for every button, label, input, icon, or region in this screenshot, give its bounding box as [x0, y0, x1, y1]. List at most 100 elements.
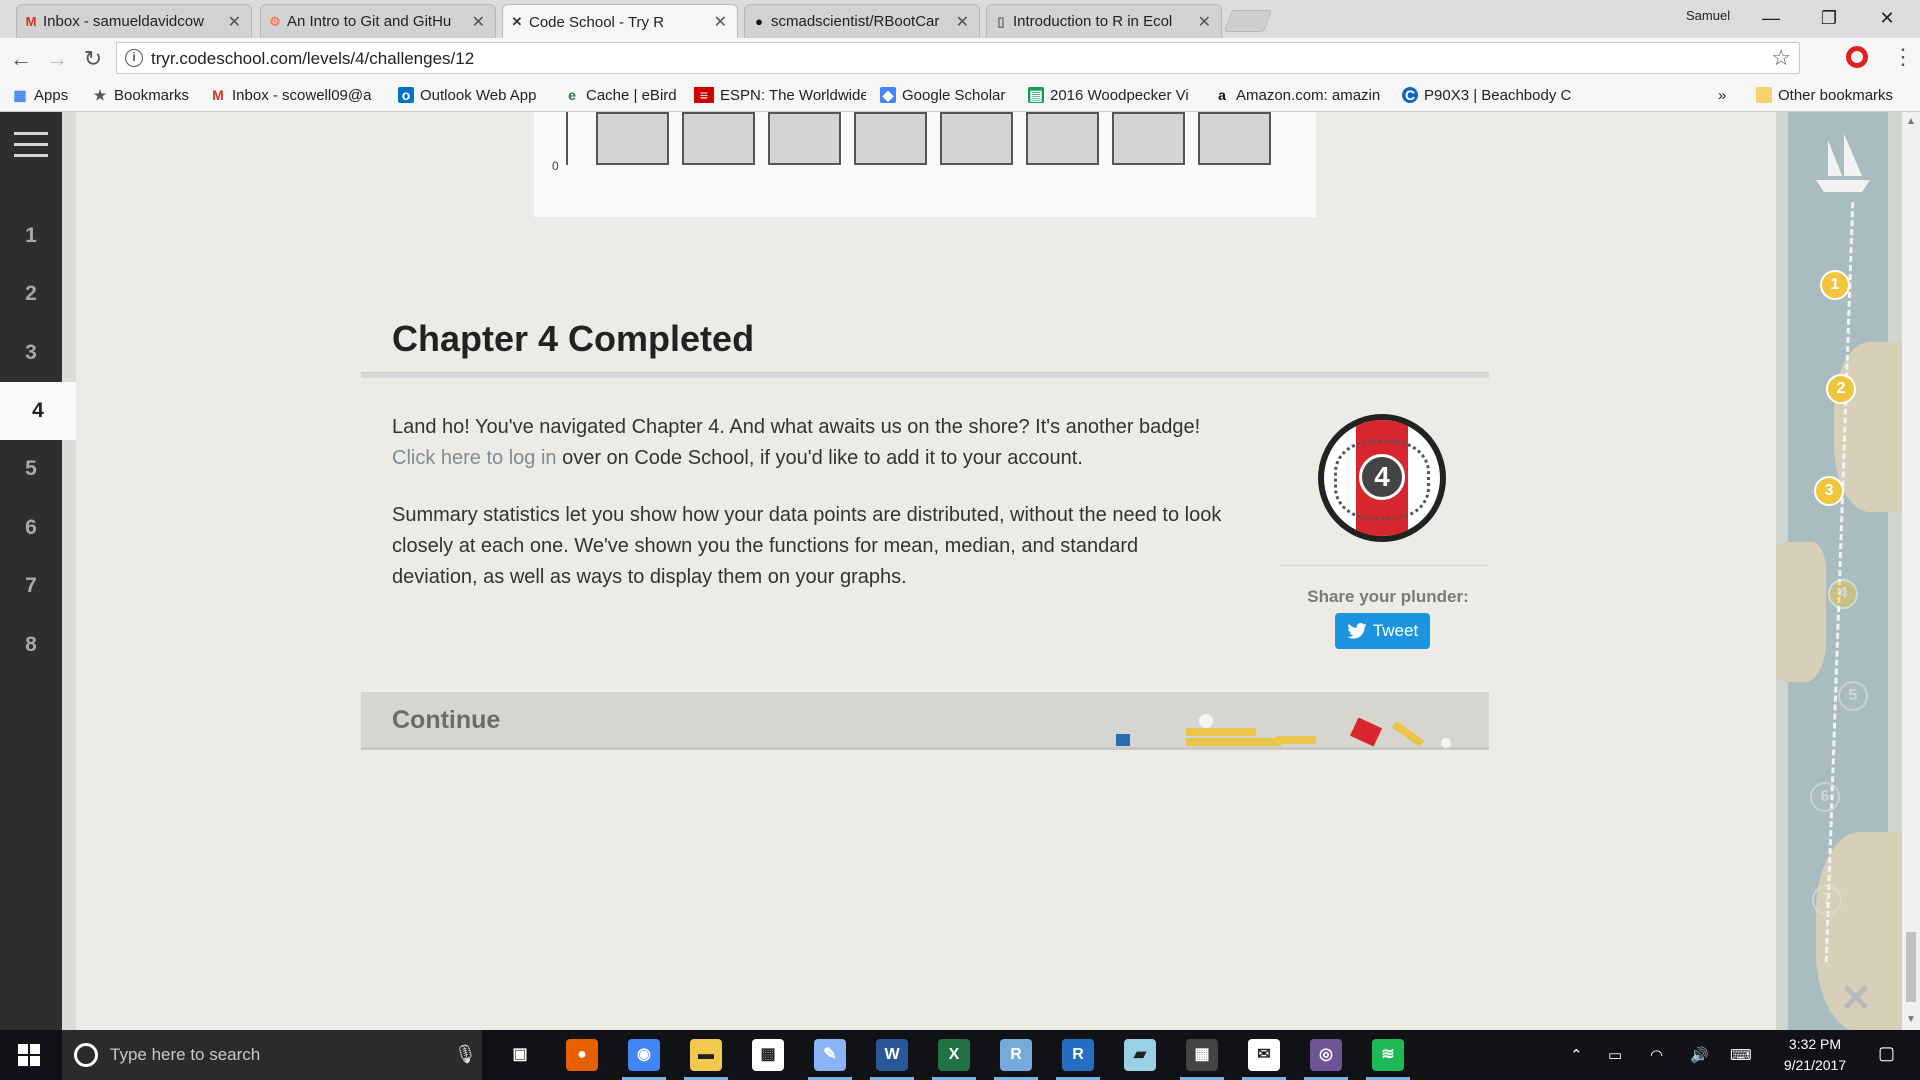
- opera-extension-icon[interactable]: [1846, 46, 1868, 68]
- beachbody-icon: C: [1402, 87, 1418, 103]
- bookmark-espn[interactable]: ≡ ESPN: The Worldwide: [694, 84, 866, 106]
- pearl-icon: [1441, 738, 1451, 748]
- windows-taskbar: Type here to search 🎙 ▣ ● ◉ ▬ ▦ ✎ W X R R ▰ ▦ ✉ ◎ ≋ ⌃ …: [0, 1030, 1920, 1080]
- chapter-link-3[interactable]: 3: [0, 324, 62, 382]
- page-scrollbar[interactable]: ▲ ▼: [1902, 112, 1920, 1030]
- wifi-icon[interactable]: ◠: [1650, 1046, 1663, 1064]
- other-bookmarks[interactable]: Other bookmarks: [1756, 84, 1920, 106]
- bookmark-star-icon[interactable]: ☆: [1771, 45, 1791, 71]
- tab-intro-r-ecology[interactable]: ▯ Introduction to R in Ecol ✕: [986, 4, 1222, 38]
- map-node-4[interactable]: 4: [1828, 579, 1858, 609]
- chapter-link-1[interactable]: 1: [0, 207, 62, 265]
- treasure-x-icon: ✕: [1840, 978, 1872, 1020]
- bookmark-outlook[interactable]: o Outlook Web App: [398, 84, 553, 106]
- system-clock[interactable]: 3:32 PM 9/21/2017: [1760, 1034, 1870, 1076]
- map-node-7[interactable]: 7: [1812, 885, 1842, 915]
- continue-button[interactable]: Continue: [361, 692, 1489, 750]
- bookmark-woodpecker[interactable]: ▤ 2016 Woodpecker Vi: [1028, 84, 1200, 106]
- completion-text: Land ho! You've navigated Chapter 4. And…: [392, 416, 1201, 438]
- calculator-icon[interactable]: ▦: [1180, 1039, 1224, 1080]
- summary-paragraph: Summary statistics let you show how your…: [392, 504, 1222, 588]
- spotify-icon[interactable]: ≋: [1366, 1039, 1410, 1080]
- store-icon[interactable]: ▦: [752, 1039, 784, 1071]
- tab-code-school[interactable]: ✕ Code School - Try R ✕: [502, 4, 738, 39]
- restore-icon[interactable]: ❐: [1806, 4, 1852, 32]
- back-icon[interactable]: ←: [8, 46, 34, 72]
- chapter-badge: 4: [1318, 414, 1446, 542]
- bookmark-p90x3[interactable]: C P90X3 | Beachbody C: [1402, 84, 1574, 106]
- notes-icon[interactable]: ▰: [1124, 1039, 1156, 1071]
- forward-icon[interactable]: →: [44, 46, 70, 72]
- tweet-button[interactable]: Tweet: [1335, 613, 1430, 649]
- chapter-link-7[interactable]: 7: [0, 557, 62, 615]
- bookmark-label: 2016 Woodpecker Vi: [1050, 86, 1189, 104]
- r-icon[interactable]: R: [1056, 1039, 1100, 1080]
- task-view-icon[interactable]: ▣: [504, 1039, 536, 1071]
- minimize-icon[interactable]: —: [1748, 4, 1794, 32]
- notifications-icon[interactable]: ▢: [1878, 1043, 1895, 1064]
- clock-time: 3:32 PM: [1788, 1036, 1842, 1052]
- menu-icon[interactable]: ⋮: [1892, 44, 1914, 70]
- bookmark-bookmarks[interactable]: ★ Bookmarks: [92, 84, 202, 106]
- close-tab-icon[interactable]: ✕: [1198, 12, 1211, 32]
- bookmark-google-scholar[interactable]: ◆ Google Scholar: [880, 84, 1016, 106]
- map-node-6[interactable]: 6: [1810, 782, 1840, 812]
- close-tab-icon[interactable]: ✕: [472, 12, 485, 32]
- close-tab-icon[interactable]: ✕: [228, 12, 241, 32]
- map-island: [1776, 542, 1826, 682]
- close-tab-icon[interactable]: ✕: [714, 12, 727, 32]
- close-window-icon[interactable]: ✕: [1864, 4, 1910, 32]
- tab-label: scmadscientist/RBootCar: [771, 13, 940, 30]
- chapter-link-6[interactable]: 6: [0, 499, 62, 557]
- paint-icon[interactable]: ✎: [808, 1039, 852, 1080]
- file-explorer-icon[interactable]: ▬: [684, 1039, 728, 1080]
- close-tab-icon[interactable]: ✕: [956, 12, 969, 32]
- scrollbar-thumb[interactable]: [1906, 932, 1916, 1002]
- rstudio-icon[interactable]: R: [994, 1039, 1038, 1080]
- new-tab-button[interactable]: [1223, 10, 1273, 32]
- taskbar-search[interactable]: Type here to search 🎙: [62, 1030, 482, 1080]
- chapter-link-5[interactable]: 5: [0, 440, 62, 498]
- bookmark-amazon[interactable]: a Amazon.com: amazin: [1214, 84, 1386, 106]
- page-title: Chapter 4 Completed: [392, 318, 755, 359]
- reload-icon[interactable]: ↻: [80, 46, 106, 72]
- browser-toolbar: ← → ↻ i tryr.codeschool.com/levels/4/cha…: [0, 38, 1920, 78]
- continue-label: Continue: [392, 706, 501, 734]
- tray-overflow-icon[interactable]: ⌃: [1570, 1046, 1583, 1064]
- keyboard-icon[interactable]: ⌨: [1730, 1046, 1752, 1064]
- tab-gmail[interactable]: M Inbox - samueldavidcow ✕: [16, 4, 252, 38]
- scroll-down-icon[interactable]: ▼: [1906, 1014, 1916, 1025]
- volume-icon[interactable]: 🔊: [1690, 1046, 1709, 1064]
- map-node-3[interactable]: 3: [1814, 476, 1844, 506]
- address-bar[interactable]: i tryr.codeschool.com/levels/4/challenge…: [116, 42, 1800, 74]
- tab-github[interactable]: ● scmadscientist/RBootCar ✕: [744, 4, 980, 38]
- histogram-bar: [1198, 112, 1271, 165]
- map-node-5[interactable]: 5: [1838, 681, 1868, 711]
- mail-icon[interactable]: ✉: [1242, 1039, 1286, 1080]
- login-link[interactable]: Click here to log in: [392, 447, 557, 469]
- plot-y-axis: [566, 112, 568, 165]
- scholar-icon: ◆: [880, 87, 896, 103]
- microphone-icon[interactable]: 🎙: [454, 1044, 477, 1065]
- site-info-icon[interactable]: i: [125, 49, 143, 67]
- scroll-up-icon[interactable]: ▲: [1906, 116, 1916, 127]
- gold-bar-icon: [1186, 738, 1281, 746]
- bookmark-inbox[interactable]: M Inbox - scowell09@a: [210, 84, 382, 106]
- tab-git-intro[interactable]: ⚙ An Intro to Git and GitHu ✕: [260, 4, 496, 38]
- firefox-icon[interactable]: ●: [566, 1039, 598, 1071]
- map-node-1[interactable]: 1: [1820, 270, 1850, 300]
- chrome-icon[interactable]: ◉: [622, 1039, 666, 1080]
- word-icon[interactable]: W: [870, 1039, 914, 1080]
- excel-icon[interactable]: X: [932, 1039, 976, 1080]
- github-desktop-icon[interactable]: ◎: [1304, 1039, 1348, 1080]
- profile-name[interactable]: Samuel: [1686, 8, 1730, 23]
- windows-start-icon[interactable]: [18, 1044, 40, 1066]
- bookmark-ebird[interactable]: e Cache | eBird: [564, 84, 684, 106]
- chapter-link-2[interactable]: 2: [0, 265, 62, 323]
- map-node-2[interactable]: 2: [1826, 374, 1856, 404]
- battery-icon[interactable]: ▭: [1608, 1046, 1622, 1064]
- chapter-link-4[interactable]: 4: [0, 382, 76, 440]
- chapter-link-8[interactable]: 8: [0, 616, 62, 674]
- bookmarks-overflow-button[interactable]: »: [1718, 84, 1734, 106]
- bookmark-apps[interactable]: ▦ Apps: [12, 84, 82, 106]
